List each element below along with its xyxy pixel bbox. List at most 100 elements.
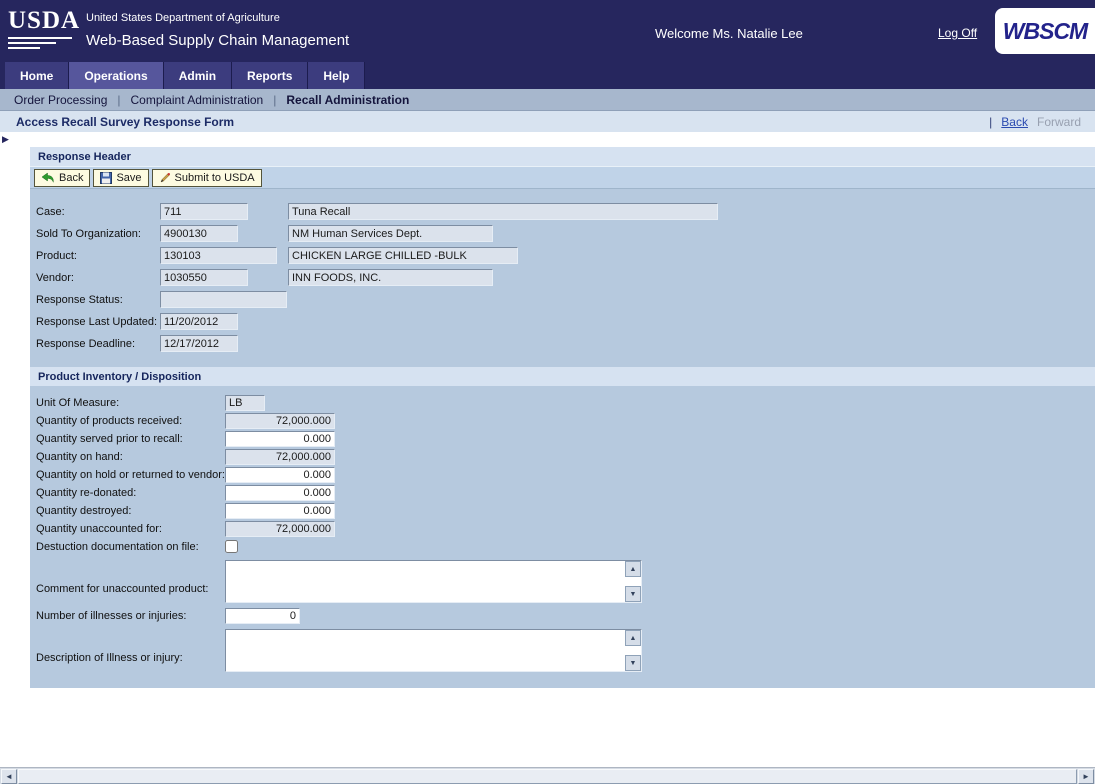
scroll-down-icon[interactable]: ▼	[625, 655, 641, 671]
usda-logo: USDA	[8, 8, 82, 49]
destruction-doc-label: Destuction documentation on file:	[36, 541, 199, 553]
back-button[interactable]: Back	[34, 169, 90, 187]
qty-received-row: Quantity of products received:	[30, 412, 1095, 430]
agency-name: United States Department of Agriculture	[86, 12, 280, 24]
qty-on-hand-label: Quantity on hand:	[36, 451, 123, 463]
subnav-complaint-administration[interactable]: Complaint Administration	[131, 93, 264, 107]
comment-textarea[interactable]	[226, 561, 625, 602]
illness-count-row: Number of illnesses or injuries:	[30, 607, 1095, 625]
history-forward-link: Forward	[1037, 115, 1081, 129]
response-header-section-title: Response Header	[30, 147, 1095, 166]
qty-on-hand-row: Quantity on hand:	[30, 448, 1095, 466]
submit-to-usda-button[interactable]: Submit to USDA	[152, 169, 262, 187]
response-deadline-input	[160, 335, 238, 352]
qty-unaccounted-input	[225, 521, 335, 537]
illness-count-input[interactable]	[225, 608, 300, 624]
response-status-label: Response Status:	[36, 294, 123, 306]
sold-to-org-row: Sold To Organization:	[30, 223, 1095, 245]
response-deadline-row: Response Deadline:	[30, 333, 1095, 355]
comment-textarea-wrap: ▲ ▼	[225, 560, 642, 603]
recall-survey-form-panel: Response Header Back Save Submit to USDA	[30, 147, 1095, 688]
comment-row: Comment for unaccounted product: ▲ ▼	[30, 560, 1095, 603]
page-title-bar: Access Recall Survey Response Form | Bac…	[0, 110, 1095, 133]
floppy-disk-icon	[100, 172, 112, 184]
history-nav: | Back Forward	[989, 115, 1095, 129]
destruction-doc-checkbox[interactable]	[225, 540, 238, 553]
qty-redonated-row: Quantity re-donated:	[30, 484, 1095, 502]
case-label: Case:	[36, 206, 65, 218]
response-header-fields: Case: Sold To Organization: Product: Ven…	[30, 189, 1095, 367]
history-back-link[interactable]: Back	[1001, 115, 1028, 129]
save-button-label: Save	[116, 172, 141, 184]
submit-button-label: Submit to USDA	[175, 172, 255, 184]
comment-scrollbar: ▲ ▼	[625, 561, 641, 602]
pen-icon	[159, 172, 171, 184]
unit-of-measure-label: Unit Of Measure:	[36, 397, 119, 409]
qty-served-label: Quantity served prior to recall:	[36, 433, 183, 445]
tab-admin[interactable]: Admin	[164, 62, 232, 89]
qty-on-hold-row: Quantity on hold or returned to vendor:	[30, 466, 1095, 484]
usda-logo-stripes	[8, 37, 82, 49]
sold-to-org-label: Sold To Organization:	[36, 228, 141, 240]
scroll-right-icon[interactable]: ►	[1078, 769, 1094, 784]
scroll-left-icon[interactable]: ◄	[1, 769, 17, 784]
main-nav-tabbar: Home Operations Admin Reports Help	[0, 62, 1095, 89]
product-row: Product:	[30, 245, 1095, 267]
case-desc-input	[288, 203, 718, 220]
description-textarea-wrap: ▲ ▼	[225, 629, 642, 672]
save-button[interactable]: Save	[93, 169, 148, 187]
subnav-order-processing[interactable]: Order Processing	[14, 93, 107, 107]
description-textarea[interactable]	[226, 630, 625, 671]
product-desc-input	[288, 247, 518, 264]
qty-received-input	[225, 413, 335, 429]
usda-logo-text: USDA	[8, 8, 82, 34]
qty-unaccounted-label: Quantity unaccounted for:	[36, 523, 162, 535]
vendor-row: Vendor:	[30, 267, 1095, 289]
wbscm-logo: WBSCM	[995, 8, 1095, 54]
response-status-input	[160, 291, 287, 308]
subnav-separator: |	[273, 93, 276, 107]
tab-reports[interactable]: Reports	[232, 62, 308, 89]
sub-nav: Order Processing | Complaint Administrat…	[0, 89, 1095, 110]
subnav-recall-administration[interactable]: Recall Administration	[286, 93, 409, 107]
qty-on-hold-input[interactable]	[225, 467, 335, 483]
tab-home[interactable]: Home	[5, 62, 69, 89]
scroll-up-icon[interactable]: ▲	[625, 561, 641, 577]
qty-redonated-label: Quantity re-donated:	[36, 487, 136, 499]
back-icon	[41, 172, 55, 184]
subnav-separator: |	[117, 93, 120, 107]
masthead: USDA United States Department of Agricul…	[0, 0, 1095, 62]
comment-label: Comment for unaccounted product:	[36, 583, 208, 595]
product-label: Product:	[36, 250, 77, 262]
qty-destroyed-label: Quantity destroyed:	[36, 505, 131, 517]
illness-count-label: Number of illnesses or injuries:	[36, 610, 186, 622]
sold-to-org-desc-input	[288, 225, 493, 242]
app-window: USDA United States Department of Agricul…	[0, 0, 1095, 784]
case-code-input	[160, 203, 248, 220]
scrollbar-thumb[interactable]	[18, 769, 1077, 784]
description-scrollbar: ▲ ▼	[625, 630, 641, 671]
qty-destroyed-input[interactable]	[225, 503, 335, 519]
qty-destroyed-row: Quantity destroyed:	[30, 502, 1095, 520]
qty-received-label: Quantity of products received:	[36, 415, 182, 427]
wbscm-logo-text: WBSCM	[1003, 18, 1087, 45]
qty-unaccounted-row: Quantity unaccounted for:	[30, 520, 1095, 538]
log-off-link[interactable]: Log Off	[938, 26, 977, 40]
app-title: Web-Based Supply Chain Management	[86, 32, 349, 49]
unit-of-measure-input	[225, 395, 265, 411]
response-last-updated-input	[160, 313, 238, 330]
back-button-label: Back	[59, 172, 83, 184]
qty-served-input[interactable]	[225, 431, 335, 447]
scroll-up-icon[interactable]: ▲	[625, 630, 641, 646]
scroll-down-icon[interactable]: ▼	[625, 586, 641, 602]
form-toolbar: Back Save Submit to USDA	[30, 166, 1095, 189]
tab-help[interactable]: Help	[308, 62, 365, 89]
panel-collapse-handle[interactable]: ▶	[2, 134, 9, 145]
tab-operations[interactable]: Operations	[69, 62, 163, 89]
horizontal-scrollbar: ◄ ►	[0, 767, 1095, 784]
vendor-label: Vendor:	[36, 272, 74, 284]
response-last-updated-label: Response Last Updated:	[36, 316, 157, 328]
vendor-desc-input	[288, 269, 493, 286]
inventory-fields: Unit Of Measure: Quantity of products re…	[30, 386, 1095, 672]
qty-redonated-input[interactable]	[225, 485, 335, 501]
